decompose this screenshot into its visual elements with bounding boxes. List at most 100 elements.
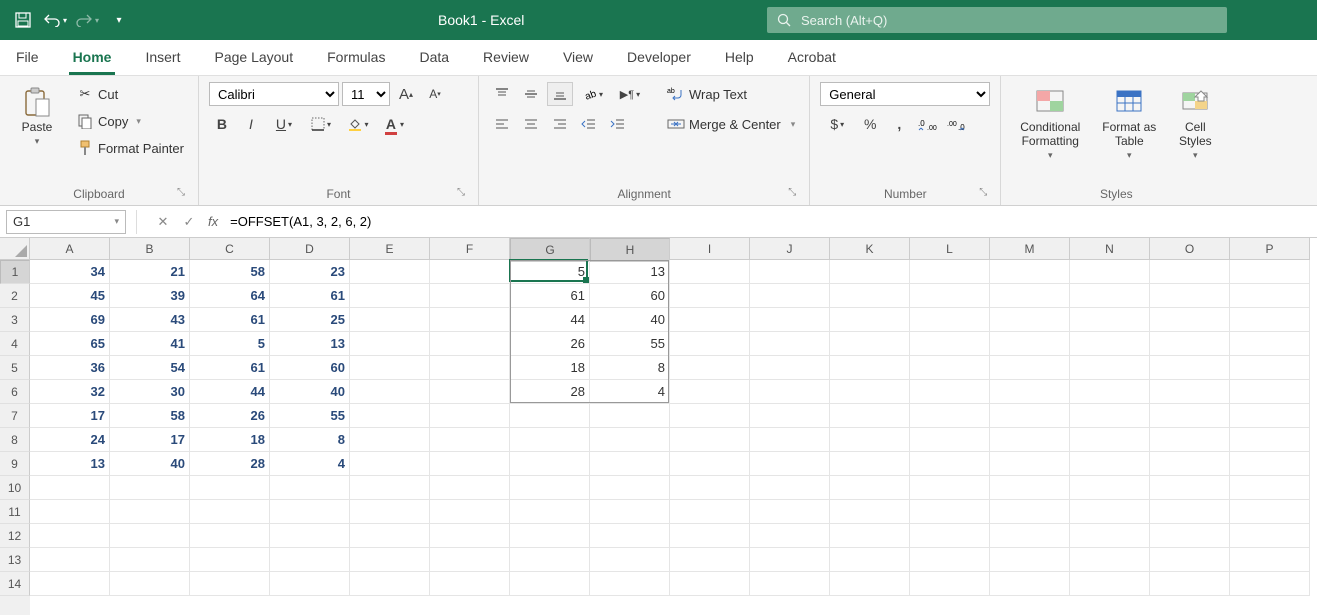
cell[interactable] [510,476,590,500]
cell[interactable] [510,428,590,452]
cell[interactable] [1070,524,1150,548]
cell[interactable]: 4 [270,452,350,476]
column-header[interactable]: N [1070,238,1150,260]
cell[interactable] [1070,332,1150,356]
cell[interactable] [430,548,510,572]
column-header[interactable]: G [510,238,590,262]
cell[interactable] [750,572,830,596]
cell[interactable] [1070,428,1150,452]
bold-button[interactable]: B [209,112,235,136]
cell[interactable] [1150,308,1230,332]
format-painter-button[interactable]: Format Painter [72,136,188,160]
cell[interactable]: 45 [30,284,110,308]
cell[interactable] [350,284,430,308]
fill-color-button[interactable]: ▾ [341,112,375,136]
cell[interactable]: 28 [510,380,590,404]
wrap-text-button[interactable]: abWrap Text [663,82,799,106]
cell[interactable]: 18 [510,356,590,380]
cell[interactable] [910,428,990,452]
cell[interactable]: 18 [190,428,270,452]
cell[interactable] [990,404,1070,428]
cell[interactable] [750,332,830,356]
dialog-launcher-icon[interactable]: ⤡ [174,187,188,201]
cell[interactable] [670,452,750,476]
cell[interactable] [510,548,590,572]
cell[interactable] [990,476,1070,500]
cell[interactable] [110,476,190,500]
cell[interactable]: 4 [590,380,670,404]
cell[interactable] [670,548,750,572]
column-header[interactable]: P [1230,238,1310,260]
font-name-select[interactable]: Calibri [209,82,339,106]
cell[interactable] [510,572,590,596]
cell[interactable] [1070,380,1150,404]
cell[interactable]: 64 [190,284,270,308]
accounting-format-icon[interactable]: $▾ [820,112,854,136]
cell[interactable]: 40 [270,380,350,404]
cell[interactable] [990,260,1070,284]
cell[interactable] [590,548,670,572]
cell[interactable] [1230,260,1310,284]
row-header[interactable]: 7 [0,404,30,428]
cell[interactable] [750,500,830,524]
cell[interactable] [1070,500,1150,524]
cell[interactable]: 30 [110,380,190,404]
cell[interactable] [750,380,830,404]
cell[interactable] [670,500,750,524]
cell[interactable] [350,308,430,332]
cell[interactable] [430,524,510,548]
cell[interactable] [670,428,750,452]
cell[interactable]: 21 [110,260,190,284]
cell[interactable] [510,500,590,524]
cell[interactable]: 39 [110,284,190,308]
row-header[interactable]: 2 [0,284,30,308]
row-header[interactable]: 6 [0,380,30,404]
row-header[interactable]: 3 [0,308,30,332]
cell[interactable] [350,452,430,476]
tab-view[interactable]: View [559,41,597,75]
comma-format-icon[interactable]: , [886,112,912,136]
cell[interactable] [350,524,430,548]
cell[interactable] [1070,476,1150,500]
cell[interactable] [30,572,110,596]
cell[interactable] [750,476,830,500]
fx-icon[interactable]: fx [208,214,218,229]
merge-center-button[interactable]: Merge & Center▾ [663,112,799,136]
number-format-select[interactable]: General [820,82,990,106]
cell[interactable]: 65 [30,332,110,356]
cell[interactable] [430,500,510,524]
cell[interactable]: 17 [30,404,110,428]
row-header[interactable]: 10 [0,476,30,500]
cell[interactable] [590,572,670,596]
cell[interactable] [430,572,510,596]
cell[interactable] [670,260,750,284]
cell[interactable] [910,476,990,500]
cell[interactable]: 13 [270,332,350,356]
cell[interactable] [750,404,830,428]
cell[interactable] [670,380,750,404]
cell[interactable]: 41 [110,332,190,356]
cell[interactable]: 32 [30,380,110,404]
cell[interactable] [990,308,1070,332]
cell[interactable]: 54 [110,356,190,380]
dialog-launcher-icon[interactable]: ⤡ [976,187,990,201]
cell[interactable] [190,476,270,500]
cell[interactable] [590,452,670,476]
cell[interactable] [30,500,110,524]
cell[interactable] [910,404,990,428]
cell[interactable] [590,500,670,524]
cell[interactable]: 60 [590,284,670,308]
column-header[interactable]: J [750,238,830,260]
cell[interactable] [1150,524,1230,548]
cell[interactable] [1150,428,1230,452]
underline-button[interactable]: U▾ [267,112,301,136]
cell[interactable] [350,428,430,452]
cell[interactable] [910,284,990,308]
cell[interactable] [1230,356,1310,380]
cell[interactable] [510,404,590,428]
cell[interactable] [750,524,830,548]
cell[interactable] [430,380,510,404]
format-as-table-button[interactable]: Format as Table▾ [1097,82,1161,165]
cell[interactable]: 23 [270,260,350,284]
cell[interactable] [750,428,830,452]
